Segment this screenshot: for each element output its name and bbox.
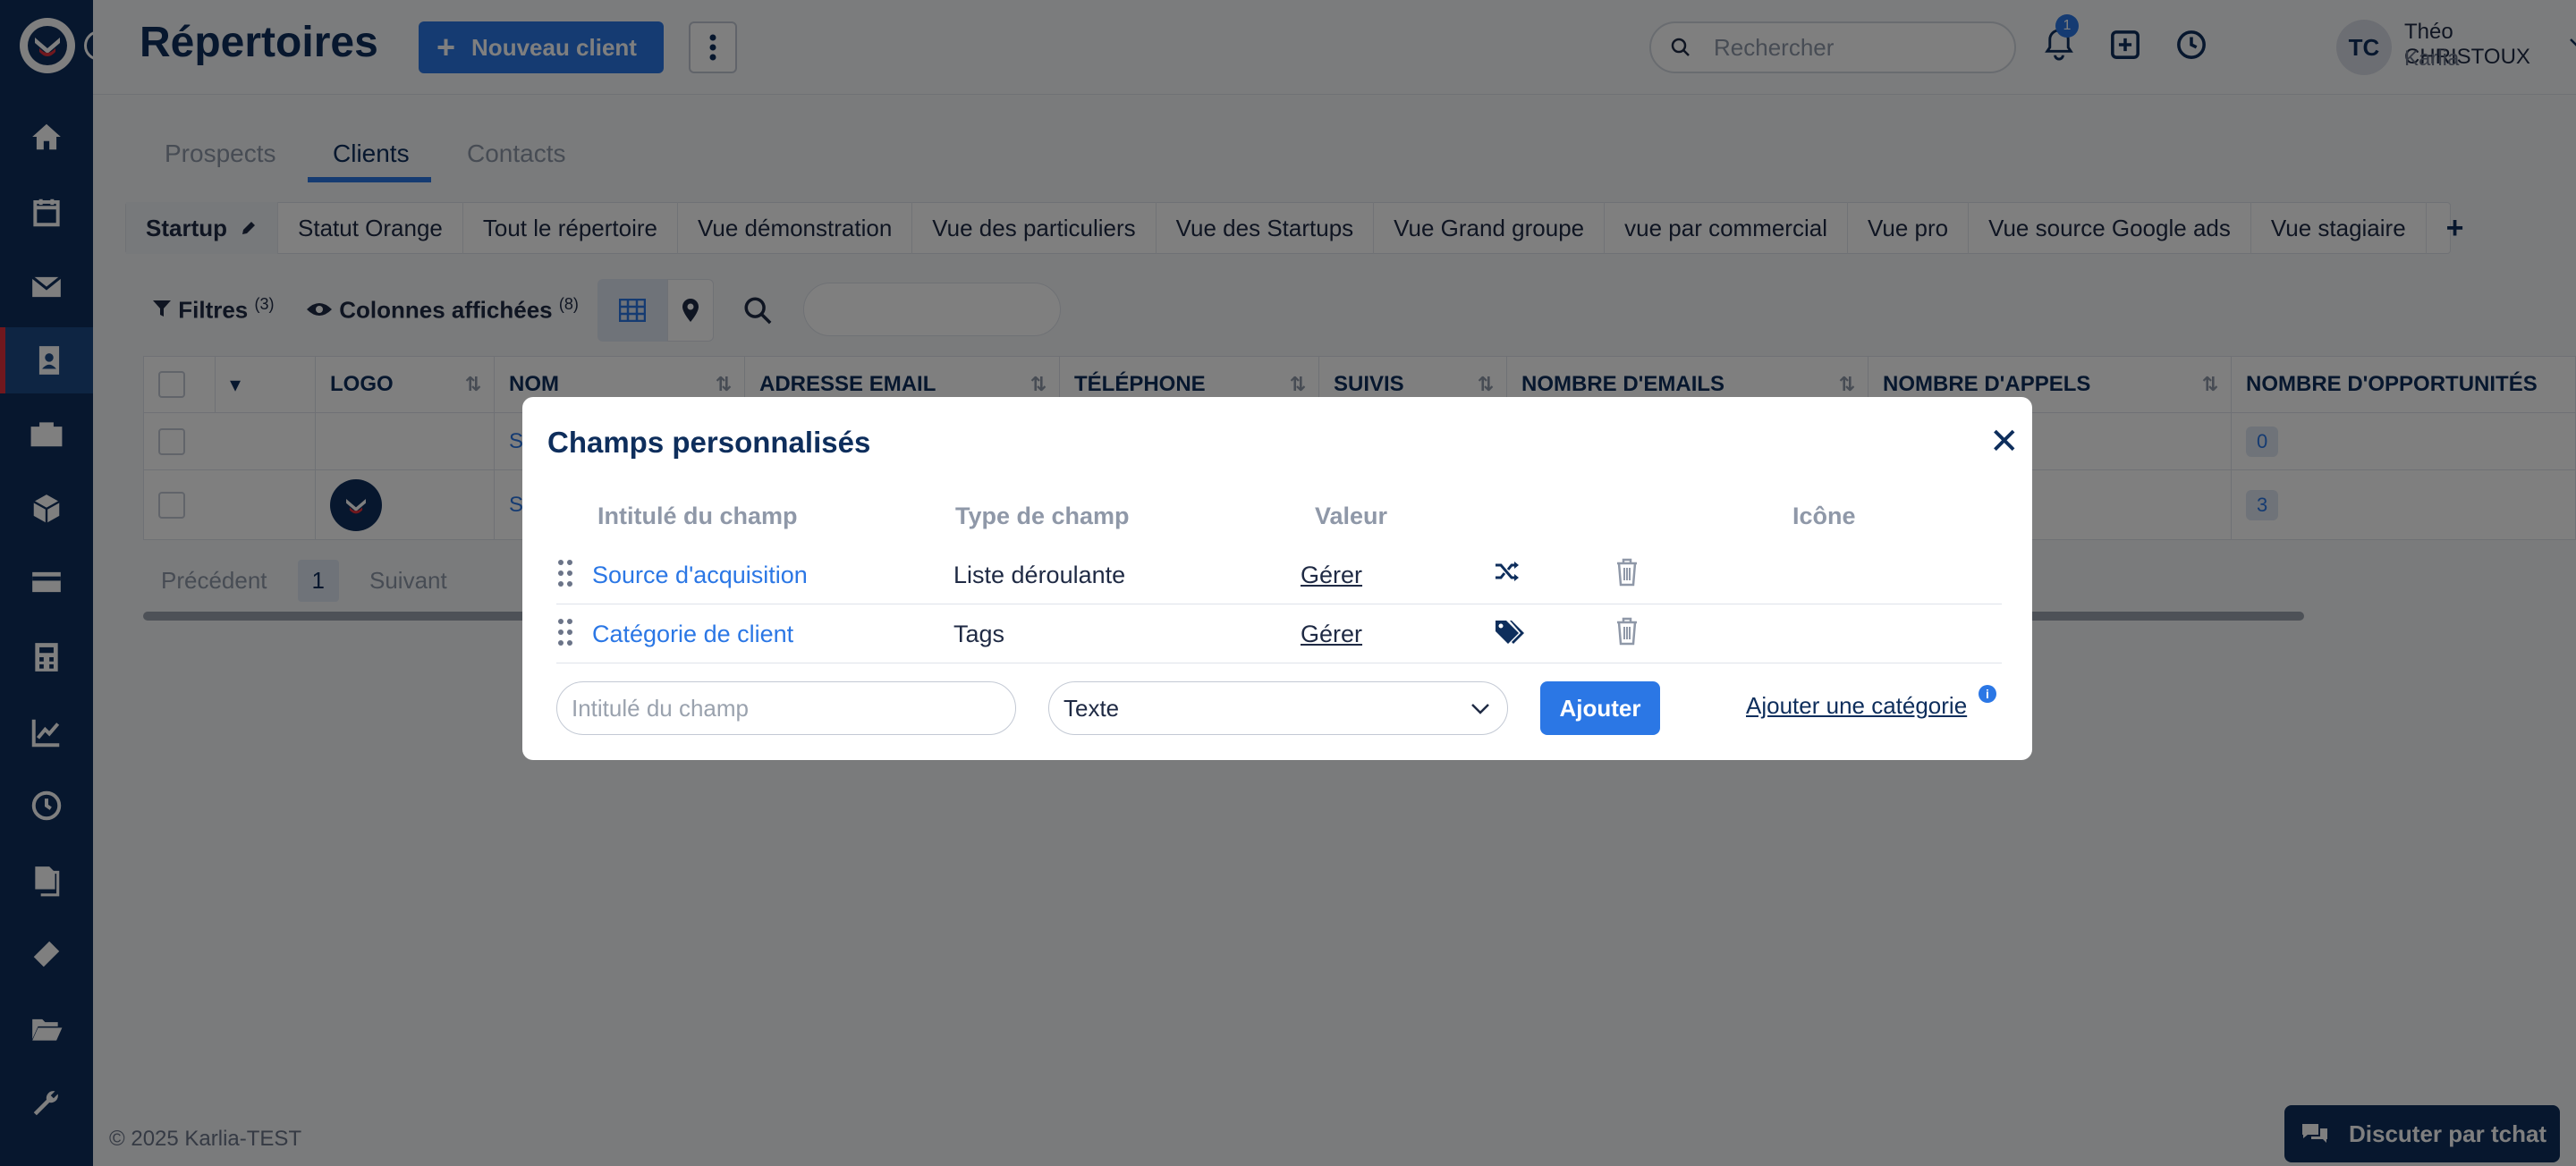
field-name-link[interactable]: Source d'acquisition — [592, 562, 808, 589]
custom-fields-modal: Champs personnalisés ✕ Intitulé du champ… — [522, 397, 2032, 760]
field-icon-picker[interactable] — [1494, 560, 1521, 587]
header-field-type: Type de champ — [955, 503, 1130, 529]
field-type: Tags — [953, 621, 1005, 647]
chevron-down-icon — [1471, 704, 1489, 714]
custom-field-row: Source d'acquisition Liste déroulante Gé… — [556, 545, 2002, 604]
manage-values-link[interactable]: Gérer — [1301, 562, 1362, 589]
trash-icon — [1617, 617, 1637, 646]
modal-title: Champs personnalisés — [547, 426, 871, 459]
header-field-name: Intitulé du champ — [597, 503, 798, 529]
field-type-select[interactable]: Texte — [1048, 681, 1508, 735]
header-field-value: Valeur — [1315, 503, 1388, 529]
new-field-name-input[interactable]: Intitulé du champ — [556, 681, 1016, 735]
custom-field-row: Catégorie de client Tags Gérer — [556, 604, 2002, 663]
close-button[interactable]: ✕ — [1989, 424, 2020, 460]
field-name-link[interactable]: Catégorie de client — [592, 621, 793, 648]
new-field-placeholder: Intitulé du champ — [572, 694, 750, 722]
field-icon-picker[interactable] — [1494, 619, 1524, 650]
drag-handle-icon[interactable] — [556, 617, 574, 647]
trash-icon — [1617, 558, 1637, 587]
add-category-link[interactable]: Ajouter une catégorie — [1746, 692, 1967, 720]
manage-values-link[interactable]: Gérer — [1301, 621, 1362, 648]
add-field-button[interactable]: Ajouter — [1540, 681, 1660, 735]
field-type-selected: Texte — [1063, 694, 1120, 722]
drag-handle-icon[interactable] — [556, 558, 574, 588]
tags-icon — [1496, 621, 1524, 644]
delete-field-button[interactable] — [1615, 558, 1639, 591]
info-icon[interactable]: i — [1979, 685, 1996, 703]
shuffle-icon — [1496, 562, 1519, 581]
field-type: Liste déroulante — [953, 562, 1126, 588]
header-field-icon: Icône — [1792, 503, 1856, 529]
delete-field-button[interactable] — [1615, 617, 1639, 650]
